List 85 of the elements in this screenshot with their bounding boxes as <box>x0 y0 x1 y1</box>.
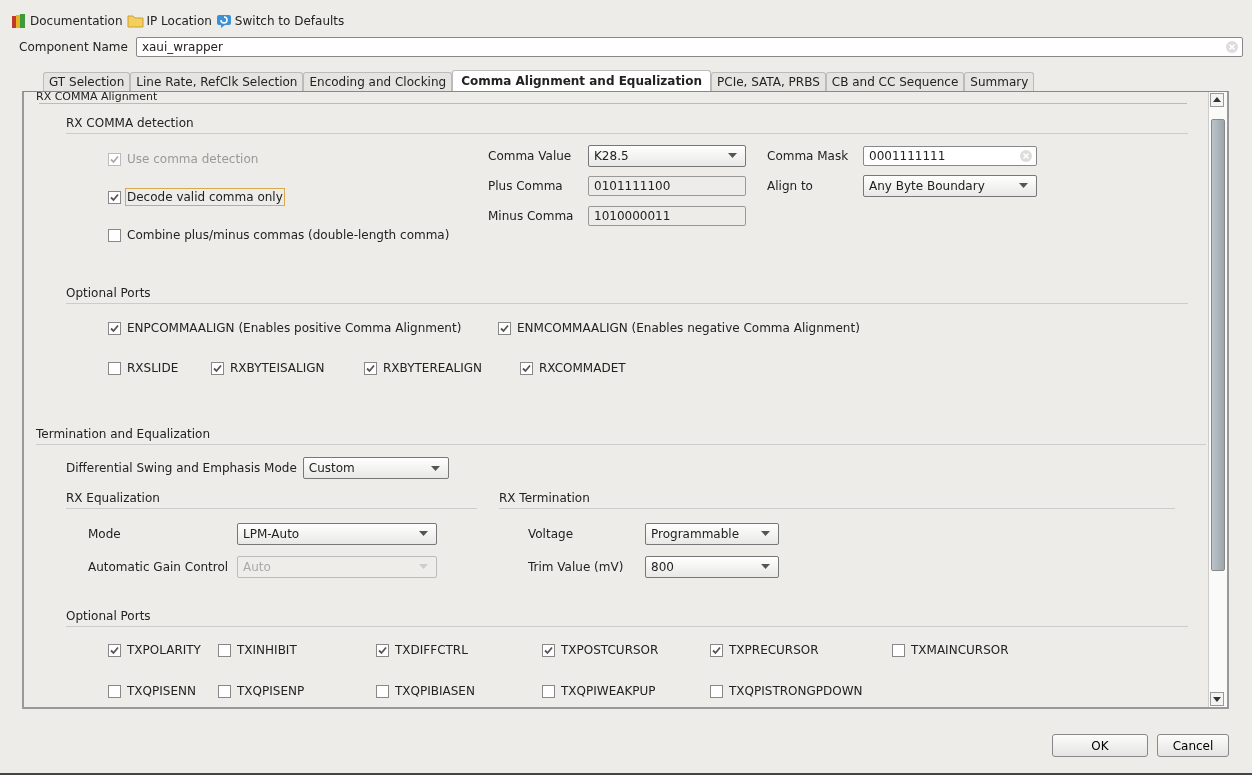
checkbox[interactable]: RXBYTEISALIGN <box>211 359 364 377</box>
checkbox[interactable]: ENMCOMMAALIGN (Enables negative Comma Alignment) <box>498 319 898 337</box>
toolbar-button[interactable]: Documentation <box>11 13 123 29</box>
field-label: Automatic Gain Control <box>87 559 230 574</box>
books-icon <box>11 13 27 29</box>
readonly-field: 1010000011 <box>588 205 746 226</box>
caret-icon <box>419 531 428 536</box>
section-title: Termination and Equalization <box>36 427 211 441</box>
refresh-icon <box>215 13 232 29</box>
text-field[interactable]: 0001111111 <box>863 145 1037 166</box>
scroll-down-icon[interactable] <box>1210 692 1224 706</box>
tab[interactable]: Summary <box>964 72 1035 91</box>
field-label: Trim Value (mV) <box>527 559 625 574</box>
dropdown[interactable]: Any Byte Boundary <box>863 174 1037 197</box>
checkbox[interactable]: TXQPIWEAKPUP <box>542 682 710 700</box>
check-icon <box>109 644 120 656</box>
checkbox[interactable]: RXSLIDE <box>108 359 211 377</box>
section-title: RX Termination <box>499 491 590 505</box>
scroll-up-icon[interactable] <box>1210 93 1224 107</box>
checkbox[interactable]: TXPOLARITY <box>108 641 218 659</box>
checkbox[interactable]: TXQPISENP <box>218 682 376 700</box>
scrollbar[interactable] <box>1208 92 1227 707</box>
section-title: RX Equalization <box>66 491 160 505</box>
field-label: Differential Swing and Emphasis Mode <box>66 461 297 475</box>
field-label: Component Name <box>19 40 128 54</box>
checkbox[interactable]: RXBYTEREALIGN <box>364 359 520 377</box>
checkbox[interactable]: RXCOMMADET <box>520 359 680 377</box>
field-label: Align to <box>767 178 814 193</box>
field-label: Mode <box>87 526 122 541</box>
caret-icon <box>761 564 770 569</box>
toolbar-button[interactable]: Switch to Defaults <box>215 13 345 29</box>
readonly-field: 0101111100 <box>588 175 746 196</box>
caret-icon <box>728 153 737 158</box>
checkbox[interactable]: TXQPISENN <box>108 682 218 700</box>
folder-icon <box>126 14 144 28</box>
tab[interactable]: PCIe, SATA, PRBS <box>711 72 826 91</box>
field-label: Minus Comma <box>488 208 575 223</box>
clear-icon <box>1226 41 1238 53</box>
dialog-button[interactable]: OK <box>1052 734 1148 757</box>
check-icon <box>212 362 223 374</box>
check-icon <box>499 322 510 334</box>
component-name-field[interactable]: xaui_wrapper <box>135 37 1243 57</box>
checkbox[interactable]: ENPCOMMAALIGN (Enables positive Comma Alignment) <box>108 319 498 337</box>
clear-icon <box>1020 149 1032 162</box>
tab[interactable]: GT Selection <box>43 72 131 91</box>
section-title: RX COMMA detection <box>66 116 194 130</box>
tab[interactable]: CB and CC Sequence <box>825 72 965 91</box>
dropdown[interactable]: 800 <box>645 555 779 578</box>
tab[interactable]: Line Rate, RefClk Selection <box>130 72 304 91</box>
checkbox[interactable]: TXMAINCURSOR <box>892 641 1052 659</box>
field-label: Plus Comma <box>488 178 564 193</box>
field-label: Comma Value <box>488 148 573 163</box>
dropdown[interactable]: Programmable <box>645 522 779 545</box>
check-icon <box>109 153 120 165</box>
check-icon <box>109 191 120 203</box>
section-title: RX COMMA Alignment <box>36 92 159 102</box>
caret-icon <box>1019 183 1028 188</box>
checkbox[interactable]: TXPRECURSOR <box>710 641 892 659</box>
field-label: Comma Mask <box>767 148 850 163</box>
checkbox[interactable]: TXDIFFCTRL <box>376 641 542 659</box>
dialog-button[interactable]: Cancel <box>1157 734 1229 757</box>
check-icon <box>521 362 532 374</box>
checkbox[interactable]: TXQPISTRONGPDOWN <box>710 682 892 700</box>
checkbox[interactable]: TXQPIBIASEN <box>376 682 542 700</box>
dropdown[interactable]: K28.5 <box>588 144 746 167</box>
check-icon <box>365 362 376 374</box>
caret-icon <box>430 465 440 471</box>
check-icon <box>109 322 120 334</box>
check-icon <box>543 644 554 656</box>
field-label: Voltage <box>527 526 574 541</box>
tab[interactable]: Comma Alignment and Equalization <box>452 70 712 91</box>
caret-icon <box>761 531 770 536</box>
tab[interactable]: Encoding and Clocking <box>303 72 453 91</box>
checkbox[interactable]: TXINHIBIT <box>218 641 376 659</box>
checkbox[interactable]: TXPOSTCURSOR <box>542 641 710 659</box>
section-title: Optional Ports <box>66 286 151 300</box>
dropdown[interactable]: Custom <box>302 457 449 479</box>
check-icon <box>711 644 722 656</box>
section-title: Optional Ports <box>66 609 151 623</box>
check-icon <box>377 644 388 656</box>
toolbar-button[interactable]: IP Location <box>126 14 212 28</box>
checkbox[interactable]: Decode valid comma only <box>108 188 488 206</box>
caret-icon <box>419 564 428 569</box>
dropdown[interactable]: LPM-Auto <box>237 522 437 545</box>
checkbox[interactable]: Combine plus/minus commas (double-length comma) <box>108 226 488 244</box>
